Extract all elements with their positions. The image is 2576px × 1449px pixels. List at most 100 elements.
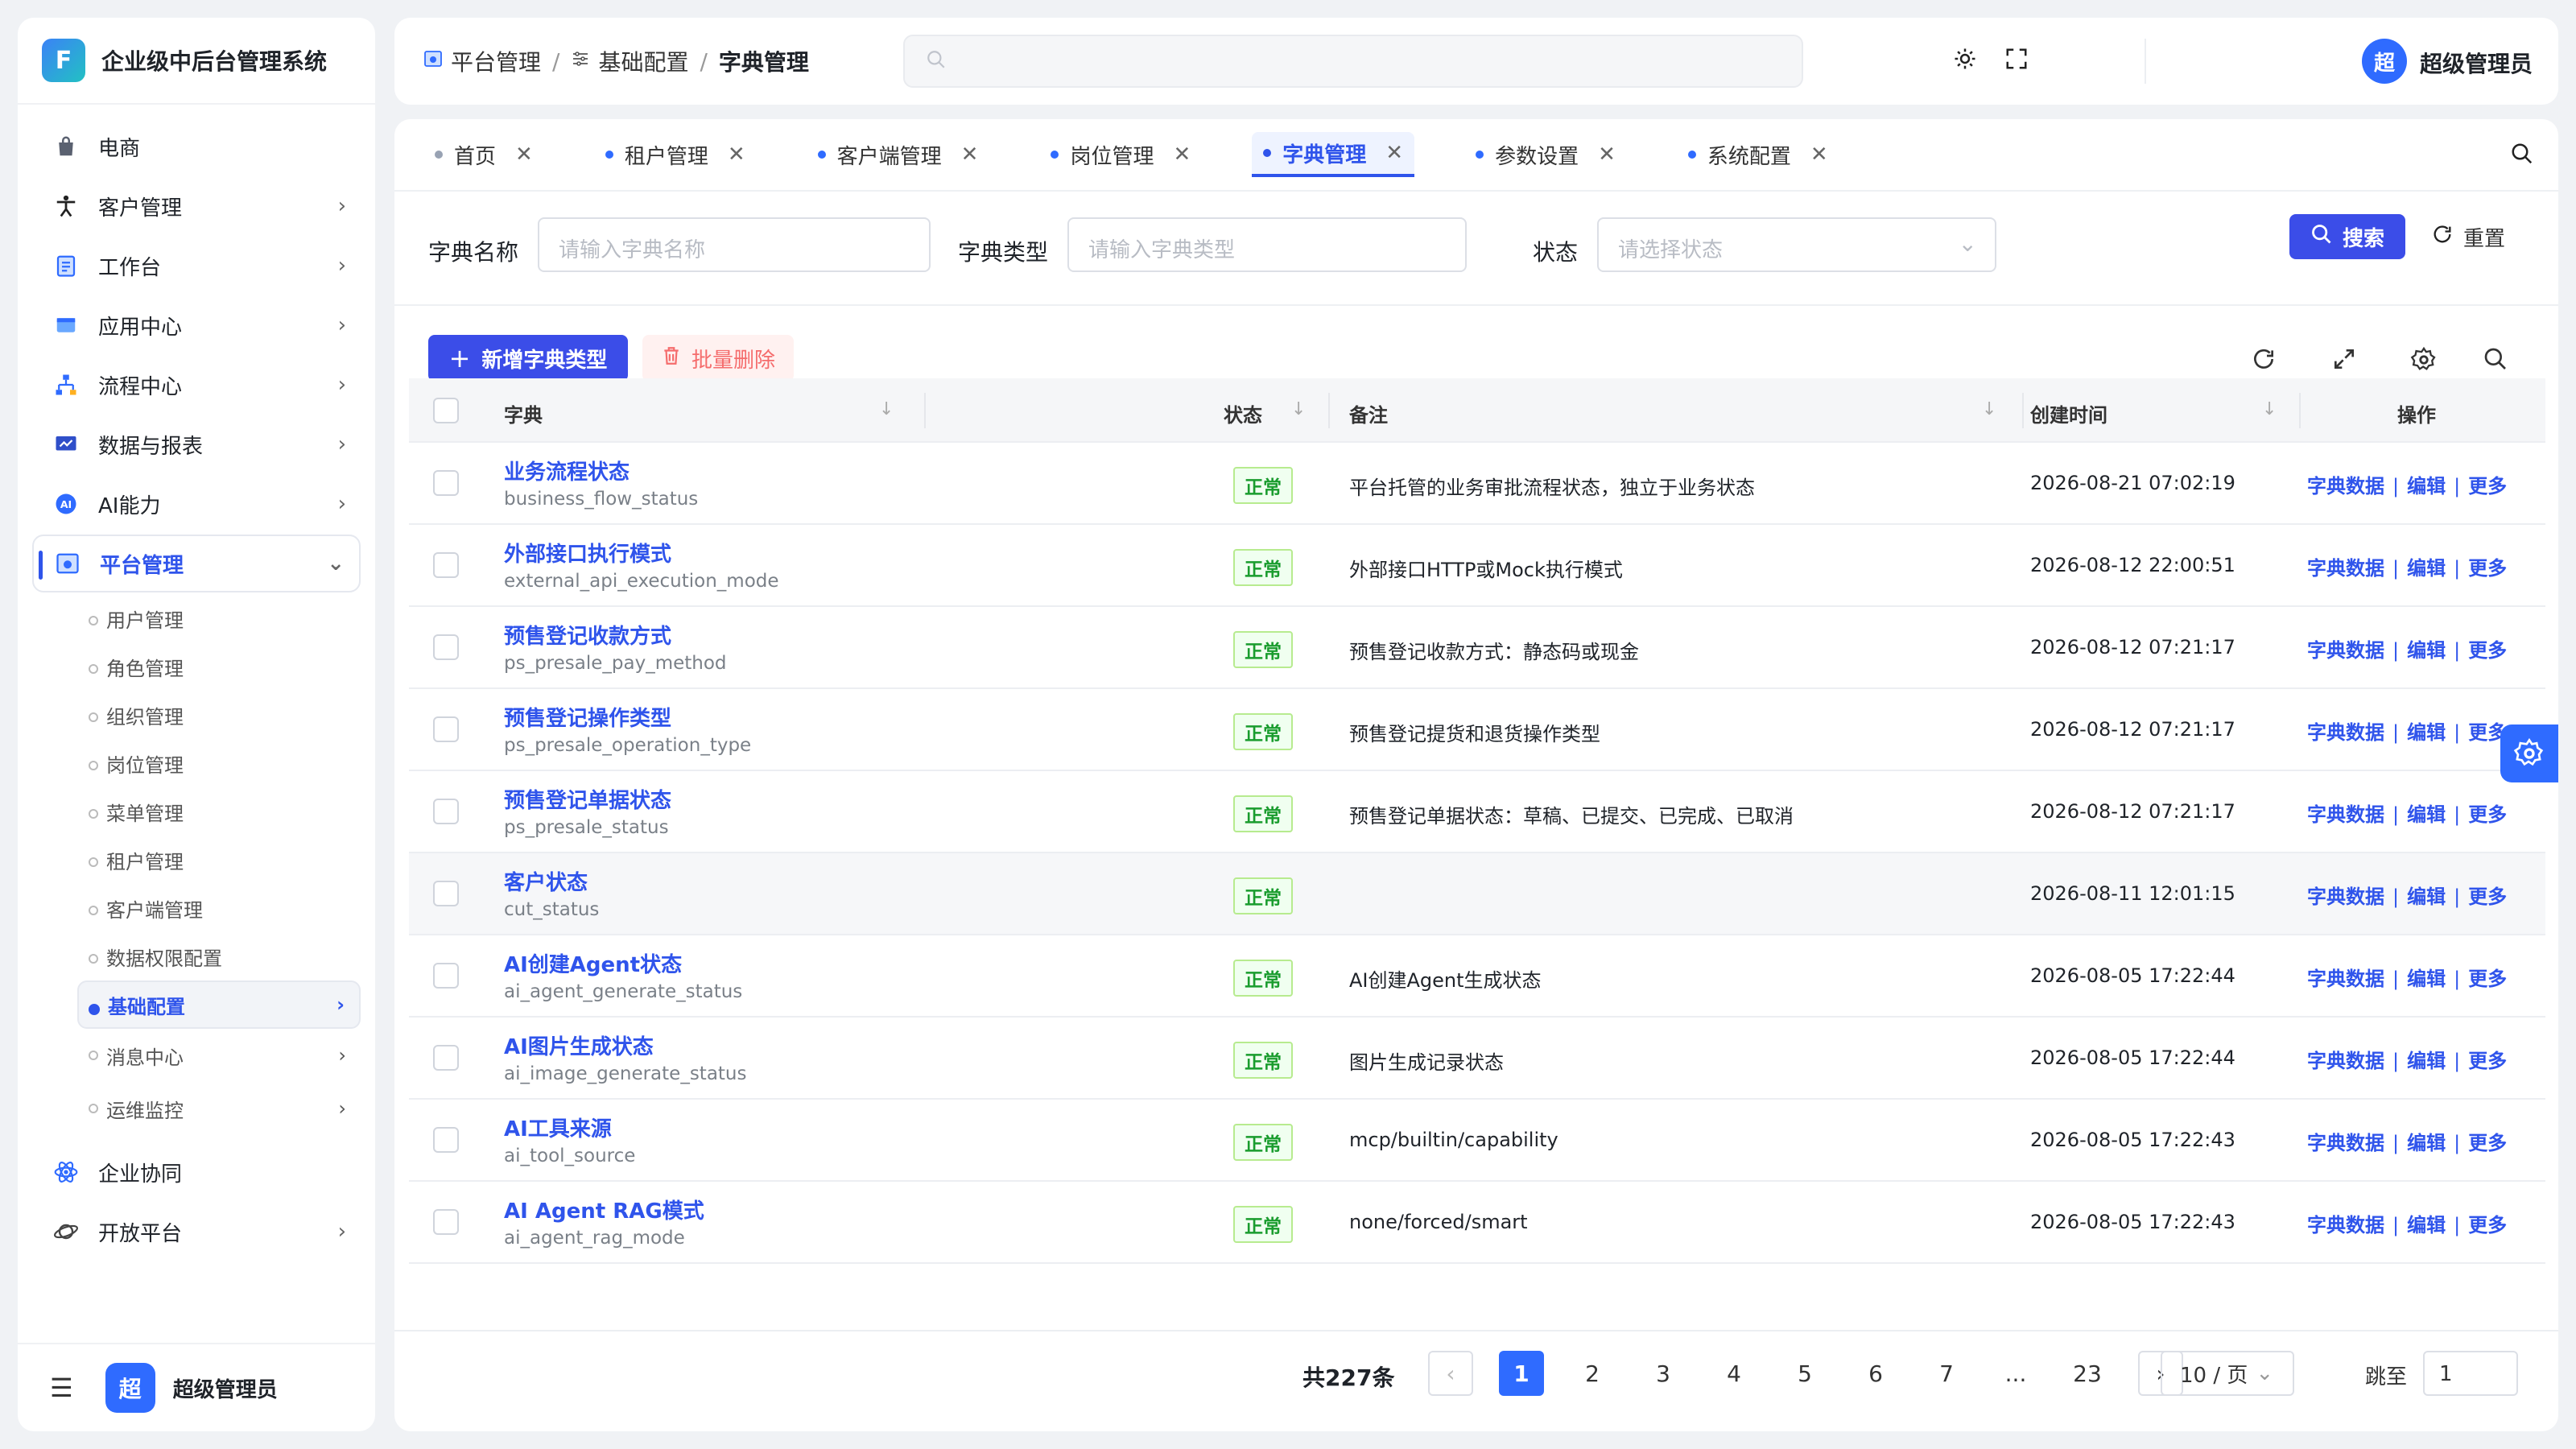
- sidebar-subitem-clients[interactable]: 客户端管理: [77, 884, 361, 932]
- search-button[interactable]: 搜索: [2289, 214, 2405, 259]
- edit-link[interactable]: 编辑: [2407, 886, 2446, 908]
- dict-name-link[interactable]: AI创建Agent状态: [504, 948, 742, 978]
- sidebar-item-ai[interactable]: AI AI能力 ›: [32, 475, 361, 533]
- sidebar-item-collaboration[interactable]: 企业协同: [32, 1143, 361, 1201]
- dict-name-link[interactable]: 客户状态: [504, 866, 599, 896]
- dict-data-link[interactable]: 字典数据: [2307, 557, 2384, 580]
- dict-data-link[interactable]: 字典数据: [2307, 803, 2384, 826]
- row-checkbox[interactable]: [433, 799, 459, 824]
- dict-data-link[interactable]: 字典数据: [2307, 475, 2384, 497]
- page-number-button[interactable]: 6: [1853, 1351, 1898, 1396]
- more-link[interactable]: 更多: [2468, 639, 2507, 662]
- collapse-menu-icon[interactable]: ☰: [50, 1373, 73, 1403]
- tab-system-config[interactable]: 系统配置 ✕: [1677, 132, 1839, 177]
- tab-post[interactable]: 岗位管理 ✕: [1039, 132, 1202, 177]
- sidebar-item-ecommerce[interactable]: 电商: [32, 118, 361, 175]
- page-number-button[interactable]: 3: [1641, 1351, 1686, 1396]
- more-link[interactable]: 更多: [2468, 968, 2507, 990]
- edit-link[interactable]: 编辑: [2407, 557, 2446, 580]
- row-checkbox[interactable]: [433, 881, 459, 906]
- close-icon[interactable]: ✕: [515, 142, 533, 167]
- more-link[interactable]: 更多: [2468, 803, 2507, 826]
- edit-link[interactable]: 编辑: [2407, 803, 2446, 826]
- batch-delete-button[interactable]: 批量删除: [642, 335, 794, 382]
- dict-data-link[interactable]: 字典数据: [2307, 886, 2384, 908]
- user-name[interactable]: 超级管理员: [2420, 47, 2533, 79]
- row-checkbox[interactable]: [433, 1045, 459, 1071]
- refresh-icon[interactable]: [2251, 346, 2277, 378]
- table-row[interactable]: 客户状态 cut_status 正常 2026-08-11 12:01:15 字…: [409, 853, 2545, 935]
- dict-name-link[interactable]: 预售登记收款方式: [504, 620, 727, 650]
- close-icon[interactable]: ✕: [1173, 142, 1191, 167]
- edit-link[interactable]: 编辑: [2407, 639, 2446, 662]
- table-row[interactable]: 预售登记操作类型 ps_presale_operation_type 正常 预售…: [409, 689, 2545, 771]
- sidebar-subitem-basic-config[interactable]: 基础配置 ›: [77, 980, 361, 1029]
- tab-tenant[interactable]: 租户管理 ✕: [594, 132, 757, 177]
- dict-name-link[interactable]: 业务流程状态: [504, 456, 698, 485]
- sidebar-subitem-users[interactable]: 用户管理: [77, 594, 361, 642]
- edit-link[interactable]: 编辑: [2407, 1214, 2446, 1236]
- sidebar-item-workbench[interactable]: 工作台 ›: [32, 237, 361, 295]
- row-checkbox[interactable]: [433, 1127, 459, 1153]
- edit-link[interactable]: 编辑: [2407, 1050, 2446, 1072]
- edit-link[interactable]: 编辑: [2407, 1132, 2446, 1154]
- sort-icon[interactable]: ↓: [2262, 399, 2277, 419]
- more-link[interactable]: 更多: [2468, 1214, 2507, 1236]
- dict-data-link[interactable]: 字典数据: [2307, 1214, 2384, 1236]
- edit-link[interactable]: 编辑: [2407, 721, 2446, 744]
- dict-name-input[interactable]: 请输入字典名称: [538, 217, 931, 272]
- breadcrumb-item[interactable]: 基础配置: [598, 45, 688, 77]
- dict-data-link[interactable]: 字典数据: [2307, 639, 2384, 662]
- sidebar-item-open-platform[interactable]: 开放平台 ›: [32, 1203, 361, 1261]
- page-size-select[interactable]: 10 / 页 ⌄: [2161, 1351, 2294, 1396]
- dict-name-link[interactable]: 预售登记操作类型: [504, 702, 751, 732]
- sidebar-item-data-report[interactable]: 数据与报表 ›: [32, 415, 361, 473]
- dict-data-link[interactable]: 字典数据: [2307, 1050, 2384, 1072]
- more-link[interactable]: 更多: [2468, 557, 2507, 580]
- page-number-button[interactable]: 23: [2059, 1351, 2116, 1396]
- sidebar-subitem-menus[interactable]: 菜单管理: [77, 787, 361, 836]
- table-row[interactable]: 预售登记单据状态 ps_presale_status 正常 预售登记单据状态：草…: [409, 771, 2545, 853]
- edit-link[interactable]: 编辑: [2407, 475, 2446, 497]
- table-row[interactable]: AI图片生成状态 ai_image_generate_status 正常 图片生…: [409, 1018, 2545, 1100]
- page-number-button[interactable]: 4: [1711, 1351, 1757, 1396]
- dict-name-link[interactable]: AI图片生成状态: [504, 1030, 747, 1060]
- sidebar-item-app-center[interactable]: 应用中心 ›: [32, 296, 361, 354]
- breadcrumb-item[interactable]: 平台管理: [451, 45, 541, 77]
- sidebar-item-flow-center[interactable]: 流程中心 ›: [32, 356, 361, 414]
- avatar[interactable]: 超: [2362, 39, 2407, 84]
- prev-page-button[interactable]: ‹: [1428, 1351, 1473, 1396]
- settings-float-button[interactable]: [2500, 724, 2558, 782]
- row-checkbox[interactable]: [433, 1209, 459, 1235]
- table-row[interactable]: 预售登记收款方式 ps_presale_pay_method 正常 预售登记收款…: [409, 607, 2545, 689]
- reset-button[interactable]: 重置: [2431, 222, 2505, 252]
- edit-link[interactable]: 编辑: [2407, 968, 2446, 990]
- sidebar-subitem-roles[interactable]: 角色管理: [77, 642, 361, 691]
- table-row[interactable]: 业务流程状态 business_flow_status 正常 平台托管的业务审批…: [409, 443, 2545, 525]
- sort-icon[interactable]: ↓: [1982, 399, 1996, 419]
- sidebar-subitem-tenants[interactable]: 租户管理: [77, 836, 361, 884]
- sidebar-subitem-org[interactable]: 组织管理: [77, 691, 361, 739]
- close-icon[interactable]: ✕: [1385, 141, 1403, 165]
- more-link[interactable]: 更多: [2468, 1050, 2507, 1072]
- more-link[interactable]: 更多: [2468, 886, 2507, 908]
- table-row[interactable]: AI创建Agent状态 ai_agent_generate_status 正常 …: [409, 935, 2545, 1018]
- close-icon[interactable]: ✕: [1598, 142, 1616, 167]
- tab-params[interactable]: 参数设置 ✕: [1464, 132, 1627, 177]
- page-number-button[interactable]: 1: [1499, 1351, 1544, 1396]
- more-link[interactable]: 更多: [2468, 475, 2507, 497]
- sort-icon[interactable]: ↓: [1291, 399, 1306, 419]
- tab-dict[interactable]: 字典管理 ✕: [1252, 132, 1415, 177]
- search-icon[interactable]: [2510, 142, 2534, 172]
- jump-page-input[interactable]: 1: [2423, 1351, 2518, 1396]
- table-row[interactable]: 外部接口执行模式 external_api_execution_mode 正常 …: [409, 525, 2545, 607]
- row-checkbox[interactable]: [433, 470, 459, 496]
- row-checkbox[interactable]: [433, 552, 459, 578]
- dict-type-input[interactable]: 请输入字典类型: [1067, 217, 1467, 272]
- close-icon[interactable]: ✕: [728, 142, 745, 167]
- global-search-input[interactable]: [903, 35, 1803, 88]
- tab-home[interactable]: 首页 ✕: [423, 132, 544, 177]
- status-select[interactable]: 请选择状态 ⌄: [1597, 217, 1996, 272]
- gear-icon[interactable]: [2410, 346, 2438, 380]
- page-number-button[interactable]: 2: [1570, 1351, 1615, 1396]
